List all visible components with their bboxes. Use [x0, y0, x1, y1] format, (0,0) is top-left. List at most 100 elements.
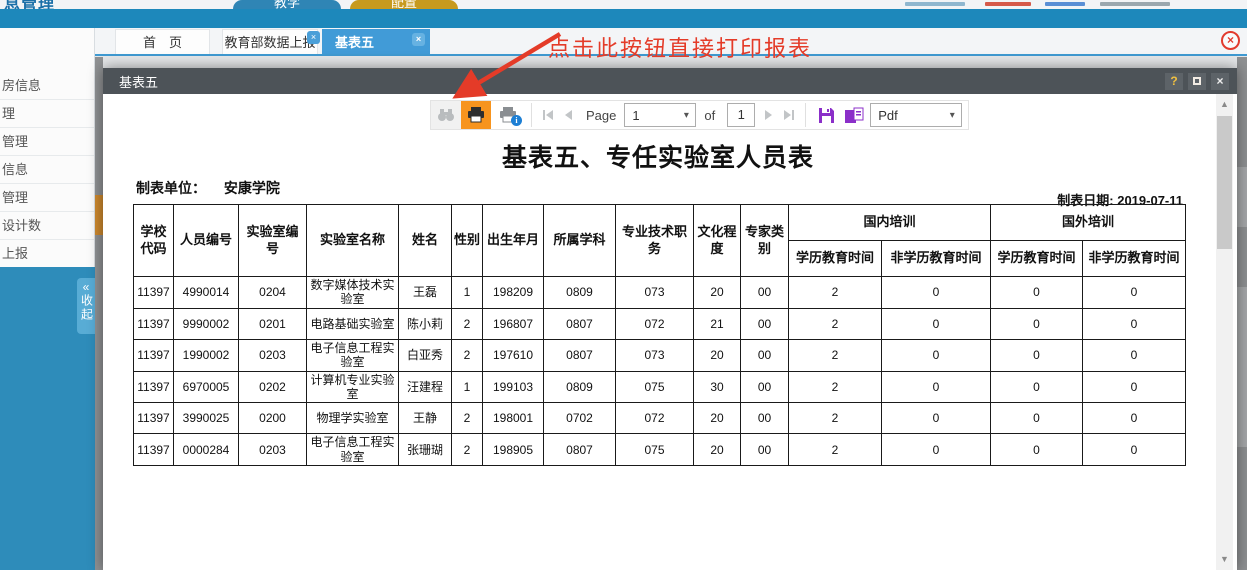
help-button[interactable]: ?: [1165, 73, 1183, 90]
header-link-fragment: [1100, 2, 1170, 6]
last-page-button[interactable]: [779, 101, 799, 129]
last-page-icon: [783, 109, 795, 121]
table-cell: 0702: [544, 403, 616, 434]
header-link-fragment: [905, 2, 965, 6]
unit-value: 安康学院: [224, 180, 280, 196]
previous-page-button[interactable]: [558, 101, 578, 129]
table-cell: 00: [741, 277, 789, 309]
previous-page-icon: [563, 109, 573, 121]
table-cell: 0: [991, 403, 1083, 434]
table-cell: 20: [694, 434, 741, 466]
sidebar-item[interactable]: 管理: [0, 128, 94, 156]
table-cell: 0: [1083, 434, 1186, 466]
table-row: 1139739900250200物理学实验室王静2198001070207220…: [134, 403, 1186, 434]
sidebar-collapse-button[interactable]: « 收起: [77, 278, 95, 334]
scrollbar-thumb[interactable]: [1217, 116, 1232, 249]
table-cell: 1990002: [174, 339, 239, 371]
background-highlight: [95, 195, 103, 235]
column-group-header: 国外培训: [991, 205, 1186, 241]
table-cell: 11397: [134, 308, 174, 339]
dialog-body: i Page 1 ▾ of: [103, 94, 1237, 570]
column-header: 人员编号: [174, 205, 239, 277]
save-button[interactable]: [812, 101, 840, 129]
table-cell: 王磊: [399, 277, 452, 309]
chevron-left-icon: «: [83, 280, 90, 294]
close-button[interactable]: ×: [1211, 73, 1229, 90]
sidebar-item[interactable]: 房信息: [0, 72, 94, 100]
table-cell: 0201: [239, 308, 307, 339]
export-format-value: Pdf: [871, 108, 943, 123]
table-cell: 0: [882, 339, 991, 371]
header-link-fragment: [1045, 2, 1085, 6]
table-cell: 2: [452, 434, 483, 466]
table-cell: 2: [789, 371, 882, 403]
table-cell: 198209: [483, 277, 544, 309]
export-format-dropdown[interactable]: Pdf ▾: [870, 103, 962, 127]
column-subheader: 学历教育时间: [789, 241, 882, 277]
page-number-value: 1: [625, 108, 677, 123]
table-cell: 0202: [239, 371, 307, 403]
header-blue-band: [0, 9, 1247, 28]
total-pages-box: 1: [727, 103, 755, 127]
dialog-title-bar[interactable]: 基表五 ? ×: [103, 68, 1237, 94]
print-button[interactable]: [461, 101, 491, 129]
nav-tab-teaching[interactable]: 教学: [233, 0, 341, 9]
unit-label: 制表单位：: [136, 180, 206, 196]
table-cell: 2: [789, 339, 882, 371]
tab-base-table-5[interactable]: 基表五 ×: [322, 29, 430, 55]
app-logo: 息管理: [4, 0, 55, 9]
maximize-button[interactable]: [1188, 73, 1206, 90]
table-row: 1139769700050202计算机专业实验室汪建程1199103080907…: [134, 371, 1186, 403]
sidebar-item[interactable]: 管理: [0, 184, 94, 212]
tab-home[interactable]: 首 页: [115, 29, 210, 55]
table-cell: 电子信息工程实验室: [307, 434, 399, 466]
table-cell: 197610: [483, 339, 544, 371]
table-cell: 20: [694, 339, 741, 371]
toolbar-separator: [805, 103, 806, 127]
column-subheader: 学历教育时间: [991, 241, 1083, 277]
table-cell: 0807: [544, 308, 616, 339]
table-cell: 0: [991, 339, 1083, 371]
sidebar-item[interactable]: 设计数: [0, 212, 94, 240]
column-header: 实验室编号: [239, 205, 307, 277]
page-label: Page: [586, 108, 616, 123]
table-cell: 072: [616, 308, 694, 339]
close-icon[interactable]: ×: [412, 33, 425, 46]
report-unit: 制表单位： 安康学院: [136, 178, 280, 198]
table-cell: 0: [1083, 308, 1186, 339]
column-header: 文化程度: [694, 205, 741, 277]
close-icon[interactable]: ×: [307, 31, 320, 44]
scroll-down-icon[interactable]: ▼: [1216, 551, 1233, 568]
background-left-strip: [95, 57, 103, 570]
table-row: 1139749900140204数字媒体技术实验室王磊1198209080907…: [134, 277, 1186, 309]
nav-tab-config[interactable]: 配置: [350, 0, 458, 9]
page-number-dropdown[interactable]: 1 ▾: [624, 103, 696, 127]
first-page-button[interactable]: [538, 101, 558, 129]
table-cell: 072: [616, 403, 694, 434]
tab-moe-data-report[interactable]: 教育部数据上报 ×: [222, 29, 318, 55]
maximize-icon: [1193, 77, 1201, 85]
table-cell: 00: [741, 339, 789, 371]
sidebar-item[interactable]: 上报: [0, 240, 94, 268]
save-as-button[interactable]: [840, 101, 868, 129]
table-cell: 0: [991, 277, 1083, 309]
sidebar-item[interactable]: 理: [0, 100, 94, 128]
table-cell: 0: [882, 371, 991, 403]
sidebar-item[interactable]: 信息: [0, 156, 94, 184]
table-cell: 11397: [134, 277, 174, 309]
find-button[interactable]: [431, 101, 461, 129]
vertical-scrollbar[interactable]: ▲ ▼: [1216, 94, 1233, 570]
table-cell: 2: [452, 339, 483, 371]
report-table: 学校代码人员编号实验室编号实验室名称姓名性别出生年月所属学科专业技术职务文化程度…: [133, 204, 1186, 466]
first-page-icon: [542, 109, 554, 121]
close-all-tabs-button[interactable]: ×: [1221, 31, 1240, 50]
table-cell: 1: [452, 371, 483, 403]
scroll-up-icon[interactable]: ▲: [1216, 96, 1233, 113]
annotation-text: 点击此按钮直接打印报表: [548, 31, 812, 63]
next-page-button[interactable]: [759, 101, 779, 129]
application-window: 息管理 教学 配置 房信息 理 管理 信息 管理 设计数 上报 « 收起 首 页…: [0, 0, 1247, 570]
table-cell: 汪建程: [399, 371, 452, 403]
print-settings-button[interactable]: i: [491, 101, 525, 129]
column-subheader: 非学历教育时间: [1083, 241, 1186, 277]
chevron-down-icon: ▾: [943, 110, 961, 121]
